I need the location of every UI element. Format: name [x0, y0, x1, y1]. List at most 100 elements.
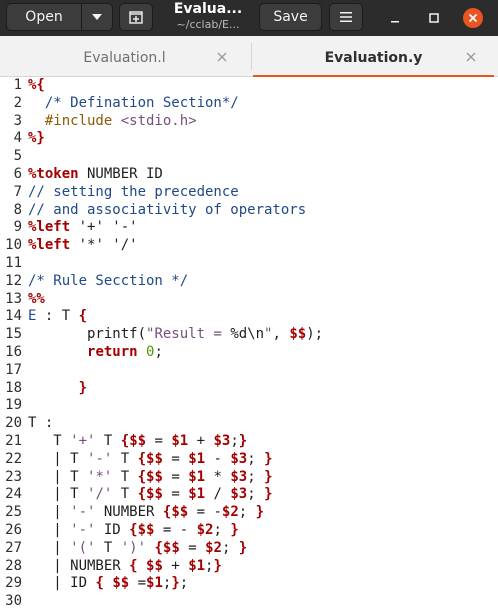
- code-token: T: [112, 486, 138, 503]
- code-line: 22 | T '-' T {$$ = $1 - $3; }: [0, 451, 498, 469]
- code-token: ;: [247, 450, 265, 467]
- save-button[interactable]: Save: [259, 3, 322, 31]
- line-number: 29: [5, 575, 22, 592]
- code-line: 14 E : T {: [0, 308, 498, 326]
- code-token: %token: [28, 165, 79, 182]
- code-line: 5: [0, 148, 498, 166]
- line-number: 24: [5, 486, 22, 503]
- code-line: 8 // and associativity of operators: [0, 202, 498, 220]
- document-title: Evalua...: [173, 1, 243, 17]
- code-token: ;: [247, 486, 265, 503]
- line-number: 4: [13, 130, 22, 147]
- code-token: -: [205, 450, 231, 467]
- code-line: 20 T :: [0, 415, 498, 433]
- line-number: 28: [5, 557, 22, 574]
- new-document-button[interactable]: [119, 3, 153, 31]
- code-token: '/': [87, 486, 113, 503]
- code-token: $$: [146, 450, 163, 467]
- code-token: $$: [112, 575, 130, 592]
- line-number: 25: [5, 504, 22, 521]
- line-number: 3: [13, 112, 22, 129]
- code-line: 23 | T '*' T {$$ = $1 * $3; }: [0, 469, 498, 487]
- code-token: ;: [230, 432, 239, 449]
- code-text: #include <stdio.h>: [28, 113, 197, 131]
- code-token: =: [179, 539, 206, 556]
- code-token: }: [255, 504, 265, 521]
- code-token: }: [238, 539, 248, 556]
- code-token: '*': [87, 468, 113, 485]
- code-token: $1: [188, 468, 206, 485]
- code-token: ,: [272, 326, 290, 343]
- code-text: E : T {: [28, 308, 87, 326]
- code-token: }: [213, 557, 222, 574]
- code-token: {: [120, 432, 130, 449]
- code-token: ;: [221, 539, 239, 556]
- code-token: );: [306, 326, 324, 343]
- code-line: 19: [0, 397, 498, 415]
- code-token: '+' '-': [70, 219, 138, 236]
- close-window-button[interactable]: [463, 8, 483, 28]
- code-text: T '+' T {$$ = $1 + $3;}: [28, 433, 247, 451]
- code-token: {: [95, 575, 104, 592]
- line-number: 17: [5, 361, 22, 378]
- code-token: |: [28, 539, 71, 556]
- maximize-icon: [429, 13, 439, 23]
- code-token: $3: [213, 432, 231, 449]
- code-token: }: [264, 468, 273, 485]
- tab-evaluation-l[interactable]: Evaluation.l: [0, 36, 249, 77]
- code-token: |: [28, 504, 71, 521]
- tab-divider: [251, 43, 252, 70]
- code-token: {: [78, 308, 88, 325]
- code-token: =: [162, 450, 189, 467]
- line-number: 11: [5, 254, 22, 271]
- hamburger-icon: [340, 12, 352, 22]
- code-line: 4%}: [0, 130, 498, 148]
- code-token: $$: [146, 557, 163, 574]
- code-editor[interactable]: 1 %{2 /* Defination Section*/3 #include <…: [0, 77, 498, 612]
- code-token: = -: [188, 504, 222, 521]
- code-token: $2: [196, 521, 214, 538]
- code-text: | '-' ID {$$ = - $2; }: [28, 522, 239, 540]
- code-token: '-': [70, 504, 96, 521]
- code-token: ;: [238, 504, 256, 521]
- main-menu-button[interactable]: [329, 3, 363, 31]
- code-line: 29 | ID { $$ =$1;};: [0, 575, 498, 593]
- code-line: 9 %left '+' '-': [0, 219, 498, 237]
- minimize-button[interactable]: [385, 8, 405, 28]
- code-token: $1: [171, 432, 189, 449]
- code-line: 12 /* Rule Secction */: [0, 273, 498, 291]
- code-token: T: [95, 432, 121, 449]
- code-token: {: [137, 450, 147, 467]
- code-line: 24 | T '/' T {$$ = $1 / $3; }: [0, 486, 498, 504]
- code-token: $3: [230, 486, 248, 503]
- code-token: $$: [129, 432, 147, 449]
- tab-label: Evaluation.l: [83, 50, 166, 66]
- code-text: | ID { $$ =$1;};: [28, 575, 188, 593]
- code-token: /* Defination Section*/: [44, 94, 239, 111]
- code-line: 3 #include <stdio.h>: [0, 113, 498, 131]
- line-number: 9: [13, 219, 22, 236]
- code-line: 1 %{: [0, 77, 498, 95]
- code-line: 13%%: [0, 291, 498, 309]
- code-line: 2 /* Defination Section*/: [0, 95, 498, 113]
- open-dropdown-button[interactable]: [82, 14, 112, 20]
- code-line: 7 // setting the precedence: [0, 184, 498, 202]
- code-token: '*' '/': [70, 237, 138, 254]
- document-path: ~/cclab/E...: [176, 18, 240, 31]
- code-token: }: [78, 379, 88, 396]
- code-text: %%: [28, 291, 45, 309]
- line-number: 20: [5, 415, 22, 432]
- close-tab-icon[interactable]: [466, 52, 476, 62]
- code-text: }: [28, 380, 87, 398]
- maximize-button[interactable]: [424, 8, 444, 28]
- code-text: | T '-' T {$$ = $1 - $3; }: [28, 450, 272, 469]
- code-line: 25 | '-' NUMBER {$$ = -$2; }: [0, 504, 498, 522]
- code-token: $1: [188, 486, 206, 503]
- open-button[interactable]: Open: [7, 9, 81, 25]
- code-token: }: [264, 486, 273, 503]
- tab-evaluation-y[interactable]: Evaluation.y: [253, 36, 494, 78]
- close-tab-icon[interactable]: [217, 52, 227, 62]
